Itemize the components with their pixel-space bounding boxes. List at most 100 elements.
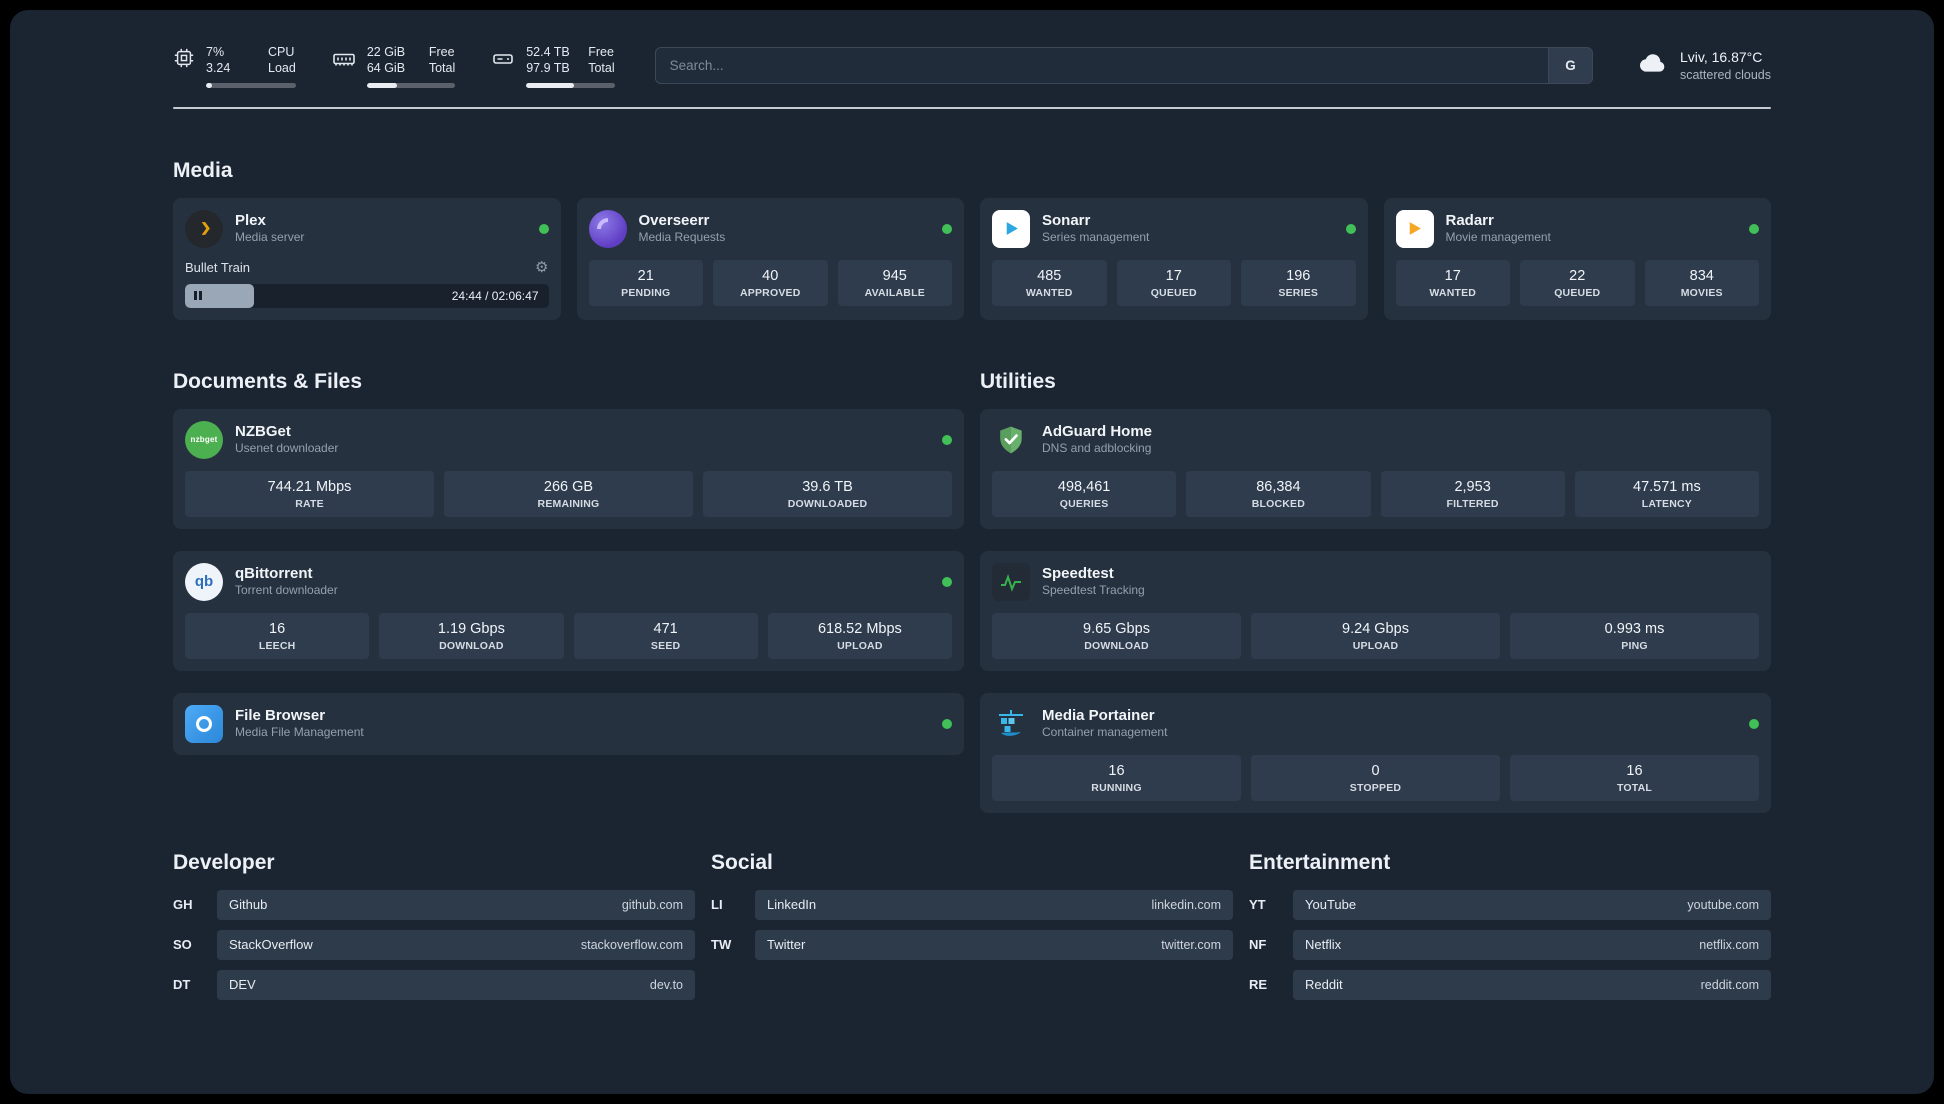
search-bar: G xyxy=(654,47,1593,85)
dev-link[interactable]: DEV dev.to xyxy=(217,969,695,1000)
link-name: Twitter xyxy=(767,937,806,952)
link-url: dev.to xyxy=(649,977,683,992)
adguard-icon xyxy=(992,421,1030,459)
qbittorrent-icon-text: qb xyxy=(194,573,214,590)
nzbget-card[interactable]: nzbget NZBGet Usenet downloader 744.21 M… xyxy=(173,408,964,529)
stat-value: 618.52 Mbps xyxy=(817,620,902,637)
dashboard-panel: 7% 3.24 CPU Load 22 GiB 64 GiB Free Tota… xyxy=(10,10,1934,1094)
ram-total-value: 64 GiB xyxy=(366,61,406,76)
app-name: Sonarr xyxy=(1042,211,1091,229)
qbittorrent-card[interactable]: qb qBittorrent Torrent downloader 16 LEEC… xyxy=(173,550,964,671)
section-title-media: Media xyxy=(173,158,233,182)
app-subtitle: Media server xyxy=(235,230,305,245)
cpu-widget: 7% 3.24 CPU Load xyxy=(173,44,296,88)
system-stats: 7% 3.24 CPU Load 22 GiB 64 GiB Free Tota… xyxy=(173,44,615,88)
section-title-documents: Documents & Files xyxy=(173,369,363,393)
search-engine-button[interactable]: G xyxy=(1547,48,1592,84)
app-subtitle: Container management xyxy=(1042,725,1168,740)
radarr-card[interactable]: Radarr Movie management 17 WANTED 22 QUEUE… xyxy=(1383,197,1771,320)
ram-widget: 22 GiB 64 GiB Free Total xyxy=(332,44,456,88)
link-row: GH Github github.com xyxy=(173,889,695,920)
netflix-link[interactable]: Netflix netflix.com xyxy=(1293,929,1771,960)
overseerr-card[interactable]: Overseerr Media Requests 21 PENDING 40 APP… xyxy=(576,197,964,320)
app-subtitle: Movie management xyxy=(1445,230,1551,245)
weather-widget: Lviv, 16.87°C scattered clouds xyxy=(1637,47,1771,84)
section-title-social: Social xyxy=(711,850,773,874)
app-name: AdGuard Home xyxy=(1042,422,1153,440)
overseerr-icon xyxy=(588,209,627,248)
app-name: Overseerr xyxy=(638,211,710,229)
nzbget-icon-text: nzbget xyxy=(190,435,218,444)
speedtest-icon xyxy=(992,562,1030,601)
status-dot xyxy=(942,223,952,234)
link-name: LinkedIn xyxy=(767,897,817,912)
ram-icon xyxy=(332,47,356,76)
search-input[interactable] xyxy=(654,47,1593,85)
app-name: File Browser xyxy=(235,706,326,724)
app-name: qBittorrent xyxy=(235,564,313,582)
link-code: TW xyxy=(711,937,732,952)
stat-value: 1.19 Gbps xyxy=(437,620,505,637)
stat-tile: 16 TOTAL xyxy=(1510,754,1759,801)
link-name: StackOverflow xyxy=(229,937,313,952)
app-subtitle: Media Requests xyxy=(638,230,726,245)
stat-tile: 196 SERIES xyxy=(1241,259,1356,306)
linkedin-link[interactable]: LinkedIn linkedin.com xyxy=(755,889,1233,920)
link-code: GH xyxy=(173,897,193,912)
speedtest-card[interactable]: Speedtest Speedtest Tracking 9.65 Gbps DO… xyxy=(980,550,1771,671)
disk-total-value: 97.9 TB xyxy=(526,61,570,76)
github-link[interactable]: Github github.com xyxy=(217,889,695,920)
stat-label: QUEUED xyxy=(1554,286,1601,299)
ram-free-label: Free xyxy=(428,45,455,59)
reddit-link[interactable]: Reddit reddit.com xyxy=(1293,969,1771,1000)
weather-condition: scattered clouds xyxy=(1679,67,1771,82)
stat-tile: 22 QUEUED xyxy=(1520,259,1635,306)
section-title-utilities: Utilities xyxy=(980,369,1056,393)
sonarr-card[interactable]: Sonarr Series management 485 WANTED 17 QUE… xyxy=(980,197,1368,320)
filebrowser-card[interactable]: File Browser Media File Management xyxy=(173,692,964,755)
disk-meter xyxy=(526,82,615,88)
stat-label: STOPPED xyxy=(1349,781,1402,794)
stat-value: 485 xyxy=(1037,267,1062,284)
now-playing-title: Bullet Train xyxy=(185,259,251,275)
social-section: Social LI LinkedIn linkedin.com TW Twitt… xyxy=(711,851,1233,970)
stat-tile: 40 APPROVED xyxy=(713,259,828,306)
portainer-card[interactable]: Media Portainer Container management 16 R… xyxy=(980,692,1771,813)
status-dot xyxy=(942,576,952,587)
app-subtitle: Torrent downloader xyxy=(235,583,338,598)
link-url: linkedin.com xyxy=(1151,897,1221,912)
twitter-link[interactable]: Twitter twitter.com xyxy=(755,929,1233,960)
stat-value: 498,461 xyxy=(1057,478,1111,495)
pause-icon[interactable] xyxy=(194,291,202,300)
developer-section: Developer GH Github github.com SO StackO… xyxy=(173,851,695,1010)
stat-tile: 498,461 QUERIES xyxy=(992,470,1177,517)
app-subtitle: Speedtest Tracking xyxy=(1042,583,1145,598)
app-name: NZBGet xyxy=(235,422,291,440)
plex-card[interactable]: Plex Media server Bullet Train ⚙ 24:44 /… xyxy=(173,197,561,320)
stat-tile: 744.21 Mbps RATE xyxy=(185,470,434,517)
gear-icon[interactable]: ⚙ xyxy=(535,260,548,275)
cpu-meter xyxy=(206,82,296,88)
link-url: twitter.com xyxy=(1161,937,1221,952)
disk-icon xyxy=(491,47,515,76)
link-name: Reddit xyxy=(1305,977,1343,992)
stat-tile: 834 MOVIES xyxy=(1644,259,1759,306)
app-name: Radarr xyxy=(1445,211,1494,229)
link-url: github.com xyxy=(621,897,683,912)
adguard-card[interactable]: AdGuard Home DNS and adblocking 498,461 Q… xyxy=(980,408,1771,529)
sonarr-icon xyxy=(992,209,1030,248)
stat-value: 16 xyxy=(1626,762,1643,779)
stat-label: SEED xyxy=(650,639,681,652)
status-dot xyxy=(1749,718,1759,729)
stat-label: TOTAL xyxy=(1616,781,1653,794)
ram-total-label: Total xyxy=(428,61,456,76)
stat-label: PENDING xyxy=(621,286,671,299)
header-divider xyxy=(173,106,1771,109)
stackoverflow-link[interactable]: StackOverflow stackoverflow.com xyxy=(217,929,695,960)
link-row: DT DEV dev.to xyxy=(173,969,695,1000)
stat-label: BLOCKED xyxy=(1251,497,1306,510)
plex-icon xyxy=(185,209,223,248)
playback-progress-bar[interactable]: 24:44 / 02:06:47 xyxy=(185,283,549,308)
youtube-link[interactable]: YouTube youtube.com xyxy=(1293,889,1771,920)
stat-tile: 16 LEECH xyxy=(185,612,370,659)
